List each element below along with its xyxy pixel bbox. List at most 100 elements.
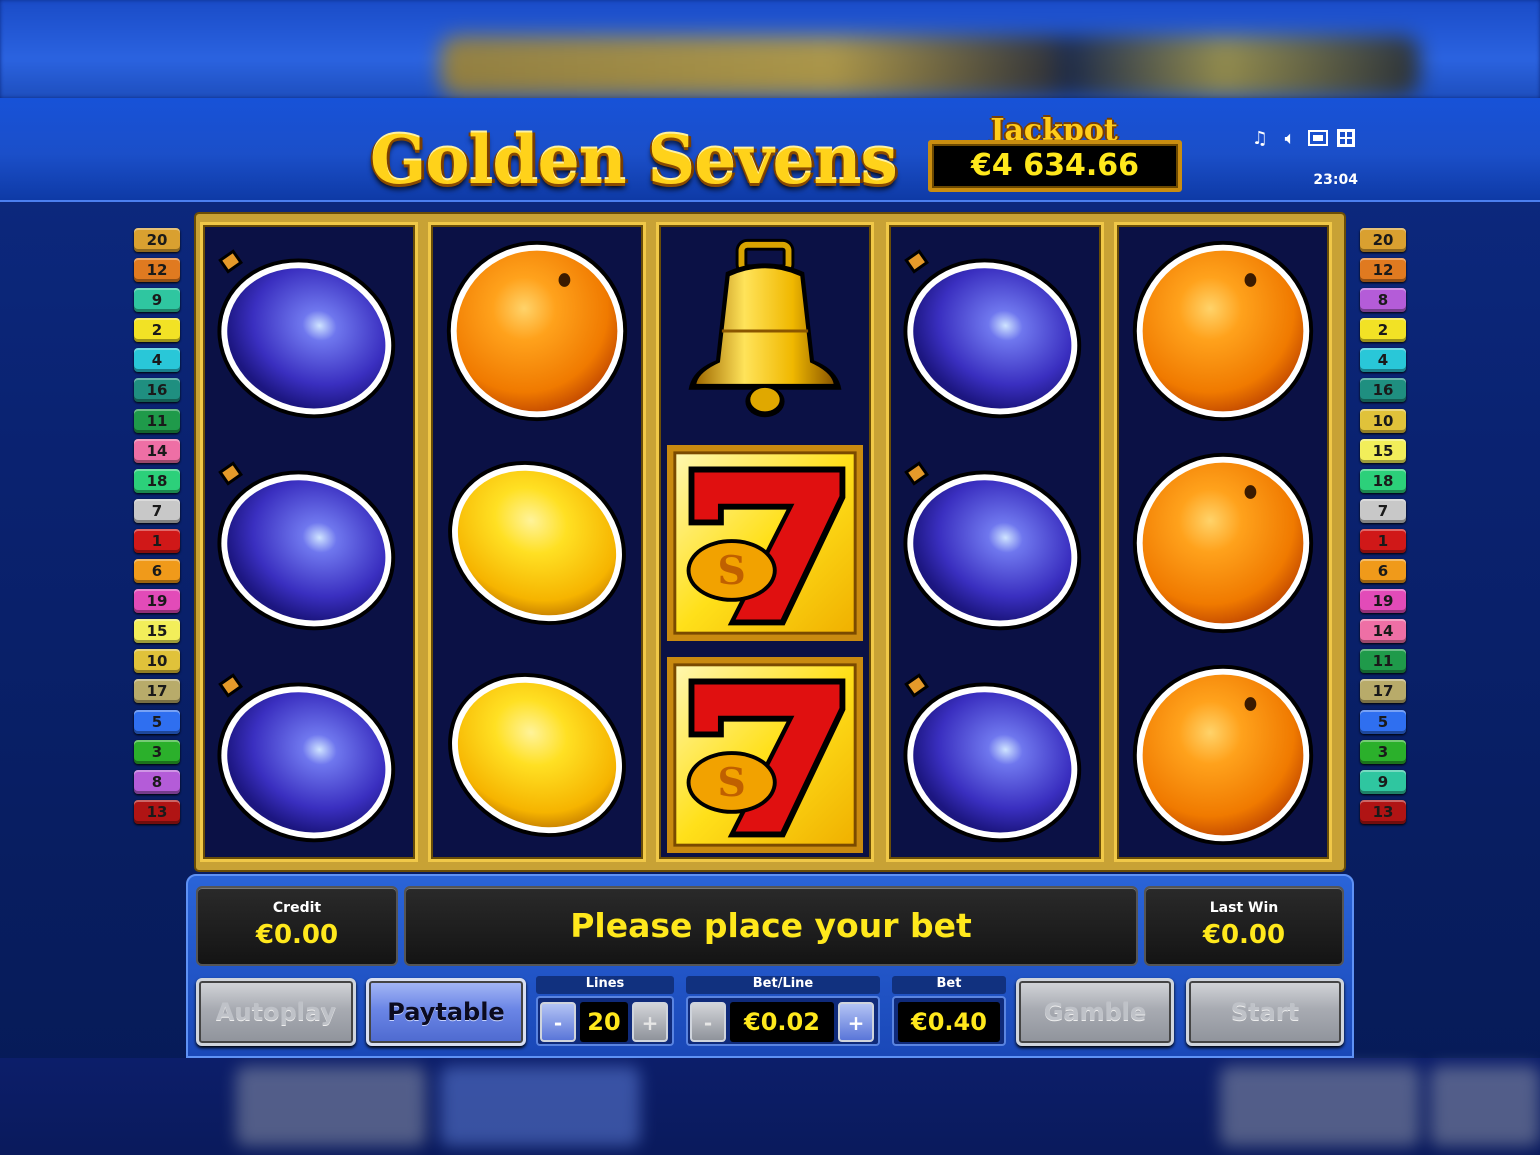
right-payline-number[interactable]: 3 bbox=[1360, 739, 1406, 764]
clock: 23:04 bbox=[1313, 172, 1358, 188]
left-payline-number[interactable]: 5 bbox=[134, 709, 180, 734]
left-payline-number[interactable]: 17 bbox=[134, 679, 180, 704]
orange-symbol bbox=[431, 225, 643, 437]
right-payline-number[interactable]: 18 bbox=[1360, 468, 1406, 493]
autoplay-button[interactable]: Autoplay bbox=[196, 978, 356, 1046]
reel-1 bbox=[200, 222, 418, 862]
credit-display: Credit €0.00 bbox=[196, 886, 398, 966]
lines-value: 20 bbox=[580, 1002, 628, 1042]
blurred-button-ghost bbox=[1430, 1066, 1540, 1146]
right-payline-number[interactable]: 9 bbox=[1360, 769, 1406, 794]
right-payline-number[interactable]: 20 bbox=[1360, 228, 1406, 252]
left-payline-number[interactable]: 19 bbox=[134, 589, 180, 614]
sound-icon[interactable]: 🔈︎ bbox=[1280, 128, 1300, 150]
bet-line-increase-button[interactable]: + bbox=[838, 1002, 874, 1042]
reel-2 bbox=[428, 222, 646, 862]
fullscreen-icon[interactable] bbox=[1308, 128, 1328, 150]
bet-line-value: €0.02 bbox=[730, 1002, 834, 1042]
left-payline-number[interactable]: 1 bbox=[134, 528, 180, 553]
jackpot-value: €4 634.66 bbox=[928, 140, 1182, 192]
reels-frame: S S bbox=[196, 214, 1344, 870]
left-payline-number[interactable]: 11 bbox=[134, 408, 180, 433]
right-payline-number[interactable]: 19 bbox=[1360, 589, 1406, 614]
plum-symbol bbox=[203, 649, 415, 861]
bell-symbol bbox=[659, 225, 871, 437]
left-payline-number[interactable]: 18 bbox=[134, 468, 180, 493]
right-payline-number[interactable]: 16 bbox=[1360, 378, 1406, 403]
right-payline-number[interactable]: 1 bbox=[1360, 528, 1406, 553]
plum-symbol bbox=[889, 649, 1101, 861]
left-payline-number[interactable]: 9 bbox=[134, 288, 180, 313]
left-payline-number[interactable]: 8 bbox=[134, 769, 180, 794]
reel-4 bbox=[886, 222, 1104, 862]
orange-symbol bbox=[1117, 649, 1329, 861]
lines-label: Lines bbox=[536, 976, 674, 994]
left-payline-number[interactable]: 2 bbox=[134, 318, 180, 343]
plum-symbol bbox=[889, 225, 1101, 437]
last-win-display: Last Win €0.00 bbox=[1144, 886, 1344, 966]
start-button[interactable]: Start bbox=[1186, 978, 1344, 1046]
left-payline-number[interactable]: 14 bbox=[134, 438, 180, 463]
right-payline-number[interactable]: 13 bbox=[1360, 799, 1406, 824]
right-payline-number[interactable]: 4 bbox=[1360, 348, 1406, 373]
svg-text:S: S bbox=[718, 760, 746, 806]
left-payline-number[interactable]: 4 bbox=[134, 348, 180, 373]
blurred-logo-ghost bbox=[440, 36, 1420, 96]
orange-symbol bbox=[1117, 225, 1329, 437]
right-payline-number[interactable]: 11 bbox=[1360, 649, 1406, 674]
seven-symbol: S bbox=[659, 437, 871, 649]
right-payline-number[interactable]: 15 bbox=[1360, 438, 1406, 463]
left-payline-number[interactable]: 15 bbox=[134, 619, 180, 644]
plum-symbol bbox=[203, 437, 415, 649]
reel-5 bbox=[1114, 222, 1332, 862]
plum-symbol bbox=[889, 437, 1101, 649]
status-message: Please place your bet bbox=[570, 906, 972, 945]
left-payline-number[interactable]: 6 bbox=[134, 559, 180, 584]
right-payline-number[interactable]: 6 bbox=[1360, 559, 1406, 584]
last-win-value: €0.00 bbox=[1202, 920, 1286, 950]
left-payline-number[interactable]: 3 bbox=[134, 739, 180, 764]
right-payline-number[interactable]: 8 bbox=[1360, 288, 1406, 313]
left-payline-number[interactable]: 12 bbox=[134, 258, 180, 283]
blurred-button-ghost bbox=[236, 1066, 426, 1146]
credit-value: €0.00 bbox=[255, 920, 339, 950]
blurred-background-top bbox=[0, 0, 1540, 98]
right-payline-number[interactable]: 5 bbox=[1360, 709, 1406, 734]
lemon-symbol bbox=[431, 437, 643, 649]
blurred-button-ghost bbox=[440, 1066, 640, 1146]
bet-line-decrease-button[interactable]: - bbox=[690, 1002, 726, 1042]
paytable-button[interactable]: Paytable bbox=[366, 978, 526, 1046]
reel-3: S S bbox=[656, 222, 874, 862]
lines-decrease-button[interactable]: - bbox=[540, 1002, 576, 1042]
blurred-button-ghost bbox=[1220, 1066, 1420, 1146]
lines-increase-button[interactable]: + bbox=[632, 1002, 668, 1042]
right-payline-number[interactable]: 7 bbox=[1360, 498, 1406, 523]
settings-icon[interactable] bbox=[1336, 128, 1356, 150]
plum-symbol bbox=[203, 225, 415, 437]
bet-value: €0.40 bbox=[898, 1002, 1000, 1042]
orange-symbol bbox=[1117, 437, 1329, 649]
right-payline-number[interactable]: 10 bbox=[1360, 408, 1406, 433]
right-payline-number[interactable]: 14 bbox=[1360, 619, 1406, 644]
bet-line-label: Bet/Line bbox=[686, 976, 880, 994]
left-payline-number[interactable]: 10 bbox=[134, 649, 180, 674]
svg-text:S: S bbox=[718, 548, 746, 594]
right-payline-numbers: 20 12 8 2 4 16 10 15 18 7 1 6 19 14 11 17 5 3 9 13 bbox=[1360, 228, 1406, 830]
left-payline-number[interactable]: 20 bbox=[134, 228, 180, 252]
last-win-label: Last Win bbox=[1209, 900, 1279, 916]
left-payline-number[interactable]: 16 bbox=[134, 378, 180, 403]
lemon-symbol bbox=[431, 649, 643, 861]
left-payline-number[interactable]: 13 bbox=[134, 799, 180, 824]
game-logo: Golden Sevens bbox=[370, 121, 898, 199]
message-display: Please place your bet bbox=[404, 886, 1138, 966]
right-payline-number[interactable]: 17 bbox=[1360, 679, 1406, 704]
credit-label: Credit bbox=[272, 900, 322, 916]
left-payline-numbers: 20 12 9 2 4 16 11 14 18 7 1 6 19 15 10 17 5 3 8 13 bbox=[134, 228, 180, 830]
seven-symbol: S bbox=[659, 649, 871, 861]
right-payline-number[interactable]: 12 bbox=[1360, 258, 1406, 283]
music-icon[interactable]: ♫ bbox=[1250, 128, 1270, 150]
gamble-button[interactable]: Gamble bbox=[1016, 978, 1174, 1046]
left-payline-number[interactable]: 7 bbox=[134, 498, 180, 523]
blurred-background-bottom bbox=[0, 1058, 1540, 1155]
right-payline-number[interactable]: 2 bbox=[1360, 318, 1406, 343]
